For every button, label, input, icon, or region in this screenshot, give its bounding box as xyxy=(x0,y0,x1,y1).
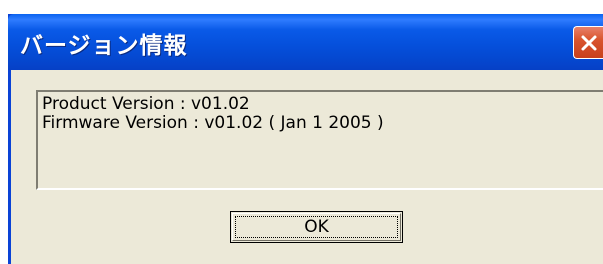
title-bar[interactable]: バージョン情報 xyxy=(8,14,603,70)
version-info-box: Product Version : v01.02 Firmware Versio… xyxy=(36,90,603,190)
ok-button-label: OK xyxy=(304,217,329,237)
dialog-window: バージョン情報 Product Version : v01.02 Firmwar… xyxy=(8,14,603,264)
close-button[interactable] xyxy=(573,26,603,59)
ok-button[interactable]: OK xyxy=(230,211,403,243)
dialog-body: Product Version : v01.02 Firmware Versio… xyxy=(11,70,603,264)
close-x-icon xyxy=(581,35,596,50)
firmware-version-text: Firmware Version : v01.02 ( Jan 1 2005 ) xyxy=(42,113,384,133)
window-title: バージョン情報 xyxy=(20,33,188,59)
product-version-text: Product Version : v01.02 xyxy=(42,94,250,114)
